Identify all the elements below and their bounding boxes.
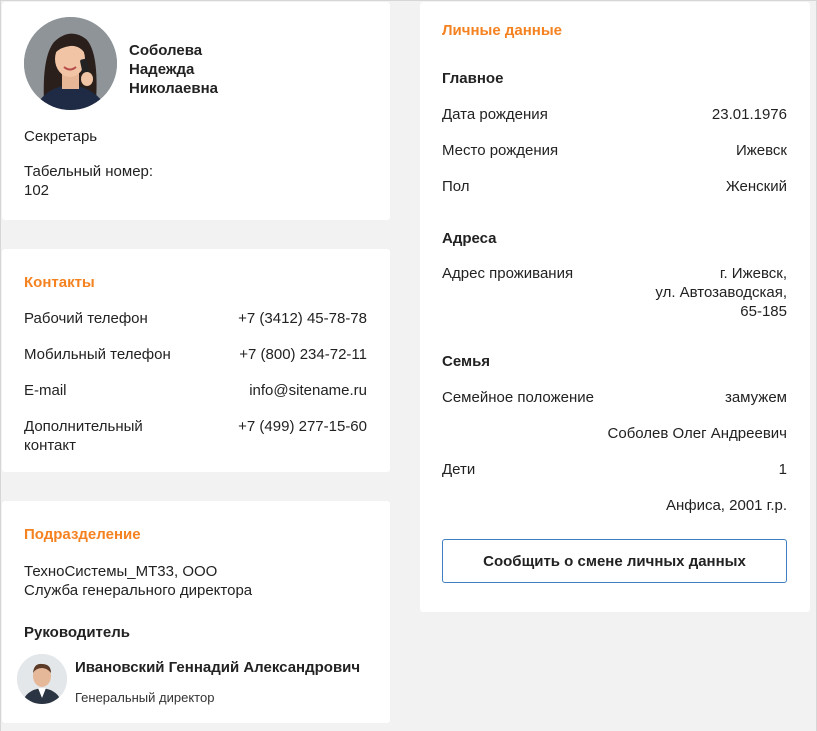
- residence-line2: ул. Автозаводская,: [655, 284, 787, 301]
- employee-photo: [24, 17, 117, 110]
- head-label: Руководитель: [24, 624, 130, 641]
- birth-place-label: Место рождения: [442, 142, 559, 159]
- residence-line3: 65-185: [740, 303, 787, 320]
- employee-position: Секретарь: [24, 128, 98, 145]
- report-change-button[interactable]: Сообщить о смене личных данных: [442, 539, 787, 583]
- work-phone-value[interactable]: +7 (3412) 45-78-78: [238, 309, 367, 328]
- spouse-name: Соболев Олег Андреевич: [607, 425, 787, 442]
- surname: Соболева: [129, 42, 203, 59]
- first-name: Надежда: [129, 61, 195, 78]
- birth-place-value: Ижевск: [735, 142, 787, 159]
- head-avatar[interactable]: [17, 654, 67, 704]
- work-phone-label: Рабочий телефон: [24, 310, 148, 327]
- personal-data-card: Личные данные Главное Дата рождения 23.0…: [420, 2, 810, 612]
- mobile-phone-value[interactable]: +7 (800) 234-72-11: [239, 345, 367, 364]
- marital-status-label: Семейное положение: [442, 389, 594, 406]
- head-photo: [17, 654, 67, 704]
- division-title: Подразделение: [24, 526, 141, 543]
- family-heading: Семья: [442, 353, 491, 370]
- department-name: Служба генерального директора: [24, 582, 253, 599]
- residence-label: Адрес проживания: [442, 265, 574, 282]
- profile-card: Соболева Надежда Николаевна Секретарь Та…: [2, 2, 390, 220]
- tabel-number-label: Табельный номер:: [24, 163, 154, 180]
- division-card: Подразделение ТехноСистемы_МТ33, ООО Слу…: [2, 501, 390, 723]
- employee-full-name: Соболева Надежда Николаевна: [129, 41, 218, 98]
- company-name: ТехноСистемы_МТ33, ООО: [24, 563, 218, 580]
- birth-date-value: 23.01.1976: [711, 106, 787, 123]
- head-name[interactable]: Ивановский Геннадий Александрович: [75, 659, 360, 676]
- mobile-phone-label: Мобильный телефон: [24, 346, 171, 363]
- contacts-card: Контакты Рабочий телефон +7 (3412) 45-78…: [2, 249, 390, 472]
- head-position: Генеральный директор: [75, 690, 215, 705]
- address-heading: Адреса: [442, 230, 497, 247]
- patronymic: Николаевна: [129, 80, 218, 97]
- contacts-title: Контакты: [24, 274, 95, 291]
- email-value[interactable]: info@sitename.ru: [249, 381, 367, 400]
- child-name: Анфиса, 2001 г.р.: [665, 497, 787, 514]
- main-heading: Главное: [442, 70, 504, 87]
- extra-contact-label-line1: Дополнительный: [24, 418, 143, 435]
- tabel-number-value: 102: [24, 182, 50, 199]
- extra-contact-label-line2: контакт: [24, 437, 77, 454]
- residence-line1: г. Ижевск,: [719, 265, 787, 282]
- children-count: 1: [778, 461, 787, 478]
- children-label: Дети: [442, 461, 476, 478]
- extra-contact-value[interactable]: +7 (499) 277-15-60: [238, 417, 367, 436]
- employee-avatar: [24, 17, 117, 110]
- gender-label: Пол: [442, 178, 470, 195]
- personal-data-title: Личные данные: [442, 22, 562, 39]
- birth-date-label: Дата рождения: [442, 106, 548, 123]
- email-label: E-mail: [24, 382, 67, 399]
- marital-status-value: замужем: [724, 389, 787, 406]
- gender-value: Женский: [725, 178, 787, 195]
